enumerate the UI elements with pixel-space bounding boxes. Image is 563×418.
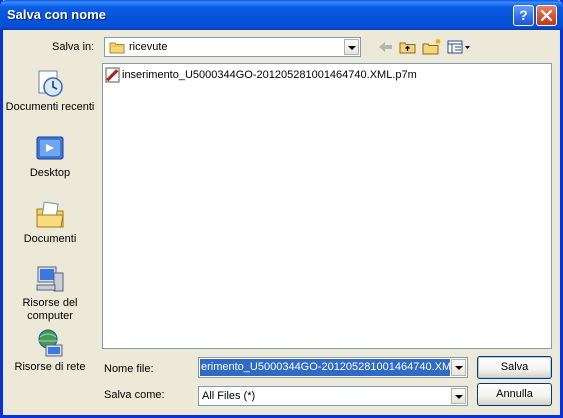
new-folder-icon	[422, 39, 441, 55]
file-list[interactable]: inserimento_U5000344GO-20120528100146474…	[102, 63, 552, 349]
save-in-dropdown[interactable]: ricevute	[104, 37, 361, 57]
up-folder-button[interactable]	[398, 37, 418, 57]
close-button[interactable]	[536, 5, 557, 26]
desktop-icon	[36, 136, 64, 160]
close-icon	[540, 9, 553, 22]
cancel-button[interactable]: Annulla	[477, 383, 552, 406]
network-places-icon	[38, 329, 63, 357]
place-label: Documenti recenti	[5, 101, 95, 113]
place-my-computer[interactable]: Risorse del computer	[4, 263, 96, 323]
place-recent-documents[interactable]: Documenti recenti	[4, 67, 96, 114]
filetype-dropdown[interactable]: All Files (*)	[198, 386, 468, 406]
title-bar[interactable]: Salva con nome ?	[0, 0, 563, 30]
save-button[interactable]: Salva	[477, 356, 552, 379]
place-desktop[interactable]: Desktop	[4, 133, 96, 180]
back-arrow-icon	[379, 42, 392, 52]
chevron-down-icon[interactable]	[344, 39, 359, 55]
place-label: Desktop	[29, 167, 71, 179]
my-computer-icon	[36, 266, 64, 292]
file-name: inserimento_U5000344GO-20120528100146474…	[122, 69, 417, 81]
up-folder-icon	[399, 42, 416, 54]
folder-icon	[109, 42, 125, 54]
save-in-folder-name: ricevute	[129, 41, 168, 53]
help-button[interactable]: ?	[513, 5, 534, 26]
signed-file-icon	[105, 67, 120, 83]
back-button[interactable]	[376, 37, 400, 57]
new-folder-button[interactable]	[421, 37, 443, 57]
recent-documents-icon	[38, 70, 63, 97]
window-title: Salva con nome	[7, 7, 106, 22]
place-label: Risorse del computer	[22, 297, 78, 322]
view-menu-icon	[447, 40, 470, 54]
place-label: Risorse di rete	[14, 361, 86, 373]
chevron-down-icon[interactable]	[451, 388, 466, 404]
place-label: Documenti	[23, 233, 77, 245]
my-documents-icon	[36, 201, 64, 228]
place-my-documents[interactable]: Documenti	[4, 199, 96, 246]
save-in-label: Salva in:	[52, 41, 95, 53]
view-menu-button[interactable]	[446, 37, 472, 57]
chevron-down-icon[interactable]	[451, 359, 466, 376]
filetype-label: Salva come:	[104, 389, 165, 401]
list-item[interactable]: inserimento_U5000344GO-20120528100146474…	[105, 67, 417, 83]
filename-value: erimento_U5000344GO-201205281001464740.X…	[200, 359, 450, 376]
filename-input[interactable]: erimento_U5000344GO-201205281001464740.X…	[198, 357, 468, 378]
places-bar: Documenti recenti Desktop Documenti Riso…	[4, 63, 96, 381]
filename-label: Nome file:	[104, 363, 154, 375]
filetype-value: All Files (*)	[202, 390, 256, 402]
place-network[interactable]: Risorse di rete	[4, 327, 96, 374]
